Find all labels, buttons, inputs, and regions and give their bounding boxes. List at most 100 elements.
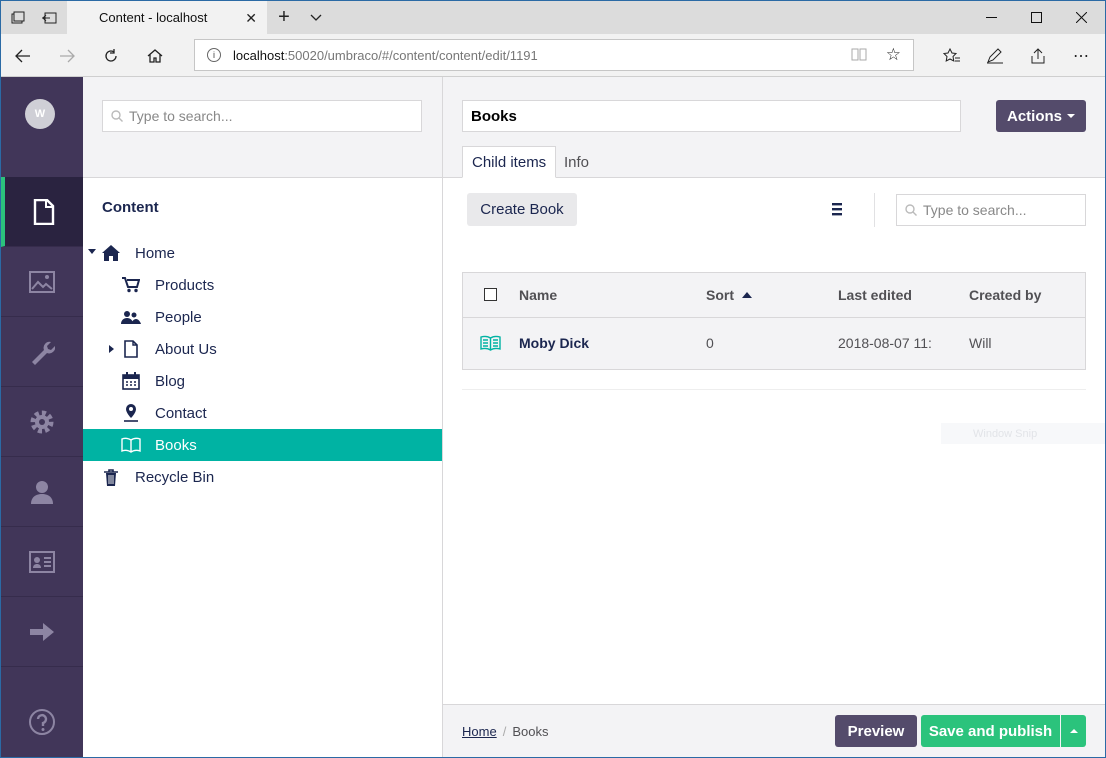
back-icon[interactable]: [1, 34, 45, 77]
tree-node-label: People: [155, 308, 202, 326]
tree-node-books[interactable]: Books: [83, 429, 442, 461]
search-icon: [111, 110, 123, 122]
node-name-input[interactable]: Books: [462, 100, 961, 132]
column-header-created-by[interactable]: Created by: [969, 287, 1041, 303]
close-window-icon[interactable]: [1059, 1, 1104, 34]
expand-caret-icon[interactable]: [109, 345, 114, 353]
window-snip-watermark: Window Snip: [941, 423, 1105, 444]
tab-child-items[interactable]: Child items: [462, 146, 557, 178]
section-developer[interactable]: [1, 387, 83, 457]
url-path: :50020/umbraco/#/content/content/edit/11…: [284, 47, 538, 63]
caret-up-icon: [1069, 729, 1078, 733]
row-sort: 0: [706, 335, 714, 351]
table-header: Name Sort Last edited Created by: [463, 273, 1085, 318]
pen-icon[interactable]: [973, 34, 1017, 77]
editor-panel: Books Actions Child items Info Create Bo…: [443, 77, 1105, 757]
more-icon[interactable]: ⋯: [1059, 34, 1103, 77]
map-pin-icon: [121, 403, 141, 423]
publish-options-button[interactable]: [1061, 715, 1086, 747]
address-bar-row: i localhost:50020/umbraco/#/content/cont…: [1, 34, 1105, 77]
minimize-icon[interactable]: [969, 1, 1014, 34]
refresh-icon[interactable]: [89, 34, 133, 77]
home-browser-icon[interactable]: [133, 34, 177, 77]
id-card-icon: [29, 550, 55, 573]
tree-node-label: Products: [155, 276, 215, 294]
save-and-publish-button[interactable]: Save and publish: [921, 715, 1060, 747]
tree-header: Type to search...: [83, 77, 442, 178]
section-members[interactable]: [1, 527, 83, 597]
tree-search-input[interactable]: Type to search...: [102, 100, 422, 132]
row-created-by: Will: [969, 335, 992, 351]
toolbar-divider: [874, 193, 875, 227]
actions-button[interactable]: Actions: [996, 100, 1086, 132]
collapse-caret-icon[interactable]: [88, 249, 96, 254]
image-icon: [29, 270, 55, 293]
user-icon: [31, 480, 53, 504]
breadcrumb-current: Books: [512, 724, 549, 739]
tree-node-home[interactable]: Home: [83, 237, 442, 269]
forward-icon[interactable]: [45, 34, 89, 77]
section-forms[interactable]: [1, 597, 83, 667]
list-search-input[interactable]: Type to search...: [896, 194, 1086, 226]
new-tab-icon[interactable]: +: [269, 1, 299, 34]
row-last-edited: 2018-08-07 11:: [838, 335, 932, 351]
column-header-last-edited[interactable]: Last edited: [838, 287, 912, 303]
arrow-right-icon: [30, 622, 54, 641]
row-name[interactable]: Moby Dick: [519, 335, 589, 351]
column-header-sort[interactable]: Sort: [706, 287, 752, 303]
people-icon: [121, 307, 141, 327]
sort-asc-icon: [741, 292, 752, 298]
breadcrumb-separator: /: [502, 724, 507, 739]
browser-tab[interactable]: Content - localhost ✕: [67, 1, 267, 34]
caret-down-icon: [1067, 114, 1075, 118]
browser-tab-bar: Content - localhost ✕ +: [1, 1, 1105, 34]
reading-view-icon[interactable]: [851, 47, 867, 64]
help-icon: [29, 709, 55, 735]
maximize-icon[interactable]: [1014, 1, 1059, 34]
tree-node-people[interactable]: People: [83, 301, 442, 333]
tree-node-label: Contact: [155, 404, 207, 422]
divider: [462, 389, 1086, 390]
tree-node-label: About Us: [155, 340, 217, 358]
gear-icon: [30, 410, 54, 433]
tree-node-label: Books: [155, 436, 197, 454]
tree-node-about-us[interactable]: About Us: [83, 333, 442, 365]
tree-node-products[interactable]: Products: [83, 269, 442, 301]
search-icon: [905, 204, 917, 216]
content-tree-panel: Type to search... Content Home Products …: [83, 77, 443, 757]
tab-info[interactable]: Info: [555, 146, 598, 178]
tree-node-label: Blog: [155, 372, 186, 390]
preview-button[interactable]: Preview: [835, 715, 917, 747]
create-book-button[interactable]: Create Book: [467, 193, 577, 226]
tree-node-blog[interactable]: Blog: [83, 365, 442, 397]
favorites-icon[interactable]: [930, 34, 974, 77]
site-info-icon[interactable]: i: [207, 48, 221, 62]
column-header-name[interactable]: Name: [519, 287, 557, 303]
url-host: localhost: [233, 47, 285, 63]
list-view-icon[interactable]: [831, 201, 845, 217]
editor-footer: Home / Books Preview Save and publish: [443, 704, 1105, 757]
wrench-icon: [32, 341, 55, 365]
avatar[interactable]: W: [25, 99, 55, 129]
tree-node-contact[interactable]: Contact: [83, 397, 442, 429]
set-aside-tabs-icon[interactable]: [34, 1, 64, 34]
share-icon[interactable]: [1016, 34, 1060, 77]
document-icon: [33, 198, 55, 225]
favorite-star-icon[interactable]: ☆: [886, 45, 901, 65]
section-settings[interactable]: [1, 317, 83, 387]
url-field[interactable]: i localhost:50020/umbraco/#/content/cont…: [194, 39, 914, 71]
actions-label: Actions: [1006, 107, 1062, 125]
tree-search-placeholder: Type to search...: [129, 108, 233, 124]
book-icon: [121, 435, 141, 455]
tree-node-label: Home: [135, 244, 176, 262]
section-media[interactable]: [1, 247, 83, 317]
chevron-down-icon[interactable]: [301, 1, 331, 34]
close-tab-icon[interactable]: ✕: [245, 10, 257, 27]
section-content[interactable]: [1, 177, 83, 247]
help-button[interactable]: [1, 687, 83, 757]
tree-node-recycle-bin[interactable]: Recycle Bin: [83, 461, 442, 493]
select-all-checkbox[interactable]: [484, 288, 497, 301]
section-users[interactable]: [1, 457, 83, 527]
breadcrumb-home[interactable]: Home: [462, 724, 497, 739]
tab-manager-icon[interactable]: [3, 1, 33, 34]
